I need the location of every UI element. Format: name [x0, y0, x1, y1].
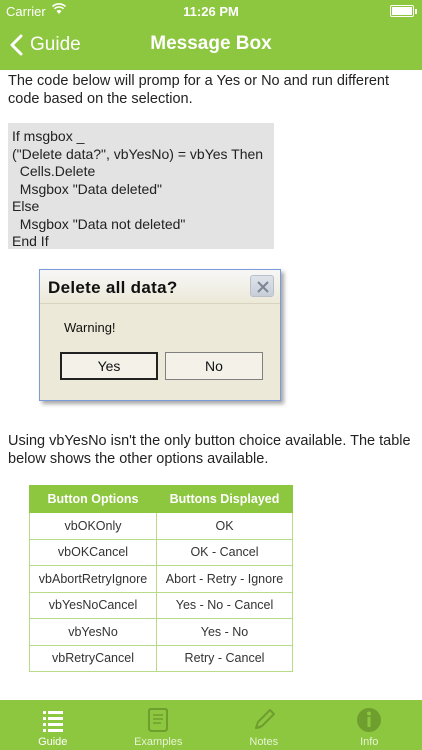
table-row: vbOKCancel OK - Cancel	[29, 538, 293, 566]
tab-label: Info	[360, 736, 379, 748]
tab-label: Notes	[249, 736, 279, 748]
status-bar: Carrier 11:26 PM	[0, 0, 422, 22]
table-header: Button Options	[29, 485, 157, 513]
dialog-title-bar: Delete all data?	[40, 270, 280, 304]
table-cell: Yes - No - Cancel	[156, 591, 293, 619]
table-cell: vbOKCancel	[29, 538, 157, 566]
tab-guide[interactable]: Guide	[0, 700, 106, 750]
status-time: 11:26 PM	[183, 4, 239, 19]
tab-examples[interactable]: Examples	[106, 700, 212, 750]
dialog-yes-button: Yes	[60, 352, 158, 380]
list-icon	[42, 711, 63, 732]
table-row: vbOKOnly OK	[29, 512, 293, 540]
pencil-icon	[254, 709, 275, 729]
tab-label: Examples	[134, 736, 183, 748]
table-cell: Abort - Retry - Ignore	[156, 565, 293, 593]
info-icon	[357, 708, 382, 732]
table-cell: vbRetryCancel	[29, 644, 157, 672]
table-row: vbAbortRetryIgnore Abort - Retry - Ignor…	[29, 565, 293, 593]
table-cell: vbYesNoCancel	[29, 591, 157, 619]
tab-bar: Guide Examples Notes Info	[0, 700, 422, 750]
dialog-message: Warning!	[64, 320, 116, 335]
table-row: vbRetryCancel Retry - Cancel	[29, 644, 293, 672]
table-row: vbYesNo Yes - No	[29, 618, 293, 646]
table-cell: OK - Cancel	[156, 538, 293, 566]
intro-text: The code below will promp for a Yes or N…	[8, 73, 389, 107]
top-bar: Carrier 11:26 PM Guide Message Box	[0, 0, 422, 70]
page-title: Message Box	[150, 33, 272, 54]
battery-icon	[390, 5, 417, 17]
table-header: Buttons Displayed	[156, 485, 293, 513]
dialog-no-button: No	[165, 352, 263, 380]
code-block: If msgbox _ ("Delete data?", vbYesNo) = …	[8, 123, 274, 249]
table-cell: vbAbortRetryIgnore	[29, 565, 157, 593]
tab-notes[interactable]: Notes	[211, 700, 317, 750]
message-box-image: Delete all data? Warning! Yes No	[39, 269, 281, 401]
dialog-title: Delete all data?	[48, 278, 178, 297]
scroll-icon	[148, 708, 169, 732]
table-cell: OK	[156, 512, 293, 540]
navigation-bar: Guide Message Box	[0, 22, 422, 70]
table-cell: vbYesNo	[29, 618, 157, 646]
tab-info[interactable]: Info	[317, 700, 422, 750]
table-cell: Retry - Cancel	[156, 644, 293, 672]
tab-label: Guide	[38, 736, 68, 748]
button-options-table: Button Options Buttons Displayed vbOKOnl…	[29, 485, 293, 672]
close-icon	[250, 275, 274, 297]
description-text: Using vbYesNo isn't the only button choi…	[8, 433, 411, 467]
table-cell: Yes - No	[156, 618, 293, 646]
table-cell: vbOKOnly	[29, 512, 157, 540]
table-row: vbYesNoCancel Yes - No - Cancel	[29, 591, 293, 619]
table-header-row: Button Options Buttons Displayed	[29, 485, 293, 513]
